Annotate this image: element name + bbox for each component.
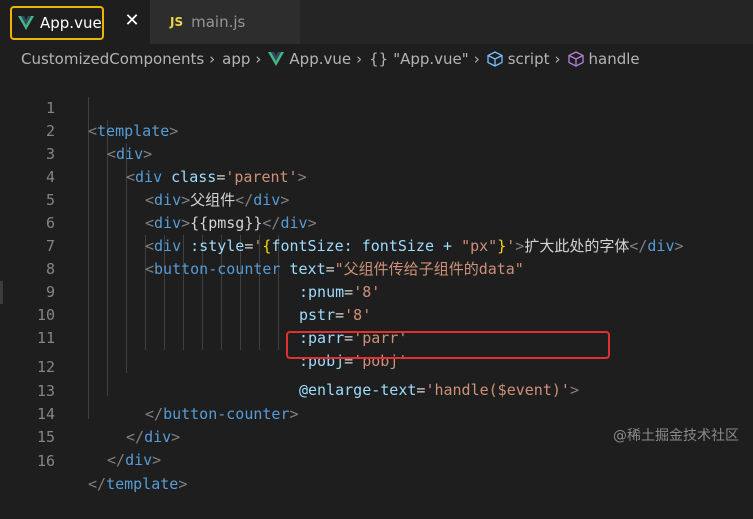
- breadcrumb-label: script: [507, 50, 550, 68]
- breadcrumb-item-folder[interactable]: app: [222, 50, 250, 68]
- tab-app-vue[interactable]: App.vue ✕: [0, 0, 150, 44]
- code-line[interactable]: 15 </div>: [0, 403, 753, 469]
- code-line[interactable]: 14 </div>: [0, 380, 753, 446]
- breadcrumb-label: handle: [588, 50, 640, 68]
- method-icon: [567, 51, 584, 67]
- code-editor[interactable]: 1 <template> 2 <div> 3 <div class='paren…: [0, 74, 753, 493]
- line-number: 16: [36, 452, 55, 470]
- breadcrumb-item-file[interactable]: App.vue: [268, 50, 351, 68]
- code-text: </div>: [107, 451, 162, 469]
- breadcrumb-label: "App.vue": [393, 50, 469, 68]
- code-text: </template>: [88, 475, 188, 493]
- breadcrumb-item-folder[interactable]: CustomizedComponents: [21, 50, 204, 68]
- chevron-right-icon: ›: [356, 50, 363, 68]
- breadcrumb: CustomizedComponents › app › App.vue › {…: [0, 44, 753, 74]
- code-line[interactable]: 13 </button-counter>: [0, 357, 753, 423]
- tab-focus-outline: App.vue: [10, 6, 104, 40]
- code-line[interactable]: 2 <div>: [0, 97, 753, 163]
- close-icon[interactable]: ✕: [122, 11, 142, 31]
- code-line[interactable]: 6 <div :style='{fontSize: fontSize + "px…: [0, 189, 753, 255]
- code-line[interactable]: 11 :pobj='pobj': [0, 304, 753, 370]
- code-line[interactable]: 3 <div class='parent'>: [0, 120, 753, 186]
- code-line[interactable]: 5 <div>{{pmsg}}</div>: [0, 166, 753, 232]
- breadcrumb-item-method[interactable]: handle: [567, 50, 640, 68]
- code-line[interactable]: 10 :parr='parr': [0, 281, 753, 347]
- chevron-right-icon: ›: [473, 50, 480, 68]
- js-icon: JS: [170, 15, 184, 29]
- breadcrumb-item-module[interactable]: {} "App.vue": [369, 50, 469, 68]
- code-line[interactable]: 1 <template>: [0, 74, 753, 140]
- chevron-right-icon: ›: [209, 50, 216, 68]
- cube-icon: [487, 51, 503, 67]
- breadcrumb-label: App.vue: [289, 50, 352, 68]
- code-line[interactable]: 4 <div>父组件</div>: [0, 143, 753, 209]
- code-line[interactable]: 9 pstr='8': [0, 258, 753, 324]
- watermark: @稀土掘金技术社区: [613, 428, 739, 444]
- chevron-right-icon: ›: [554, 50, 561, 68]
- highlight-annotation: [286, 331, 610, 359]
- breadcrumb-item-script[interactable]: script: [487, 50, 550, 68]
- tab-label: App.vue: [40, 14, 102, 32]
- vue-icon: [18, 16, 34, 30]
- tab-main-js[interactable]: JS main.js: [150, 0, 300, 44]
- vue-icon: [268, 52, 285, 66]
- code-line[interactable]: 7 <button-counter text="父组件传给子组件的data": [0, 212, 753, 278]
- tab-label: main.js: [191, 13, 246, 31]
- braces-icon: {}: [369, 50, 389, 68]
- chevron-right-icon: ›: [255, 50, 262, 68]
- editor-tab-bar: App.vue ✕ JS main.js: [0, 0, 753, 44]
- code-line[interactable]: 8 :pnum='8': [0, 235, 753, 301]
